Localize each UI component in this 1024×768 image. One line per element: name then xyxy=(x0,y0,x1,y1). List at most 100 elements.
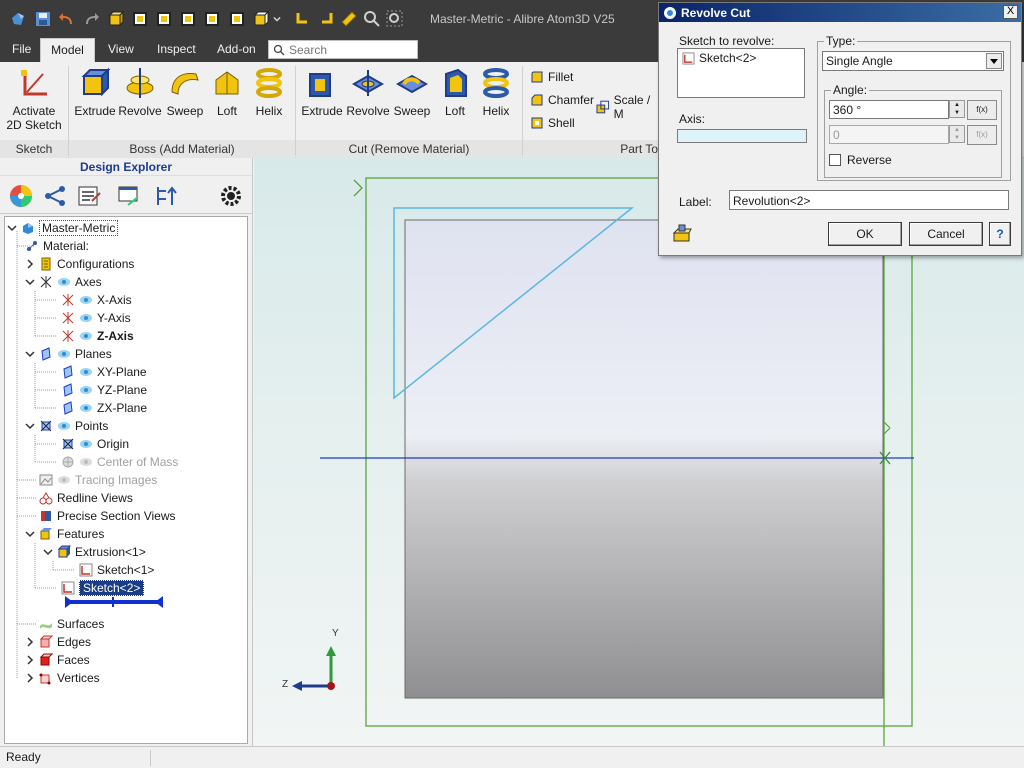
reverse-checkbox[interactable] xyxy=(829,154,841,166)
chevron-right-icon[interactable] xyxy=(25,673,35,683)
zoom-icon[interactable] xyxy=(362,9,382,29)
eye-icon[interactable] xyxy=(57,475,71,485)
eye-icon[interactable] xyxy=(57,349,71,359)
chevron-down-icon[interactable] xyxy=(25,349,35,359)
view-iso-icon[interactable] xyxy=(106,9,126,29)
chevron-down-icon[interactable] xyxy=(25,277,35,287)
tree-item-y-axis[interactable]: Y-Axis xyxy=(61,309,131,327)
dialog-title-bar[interactable]: Revolve Cut xyxy=(659,3,1021,22)
search-input[interactable] xyxy=(289,42,409,57)
eye-icon[interactable] xyxy=(79,385,93,395)
boss-loft-button[interactable]: Loft xyxy=(208,66,246,118)
boss-extrude-button[interactable]: Extrude xyxy=(74,66,116,118)
tree-item-tracing-images[interactable]: Tracing Images xyxy=(39,471,157,489)
eye-icon[interactable] xyxy=(79,367,93,377)
tree-item-configurations[interactable]: Configurations xyxy=(25,255,134,273)
cut-extrude-button[interactable]: Extrude xyxy=(300,66,344,118)
cancel-button[interactable]: Cancel xyxy=(909,222,983,246)
sketch-list-item[interactable]: Sketch<2> xyxy=(682,51,756,65)
view-bottom-icon[interactable] xyxy=(202,9,222,29)
close-button[interactable]: X xyxy=(1003,5,1018,19)
tree-item-sketch1[interactable]: Sketch<1> xyxy=(79,561,154,579)
tree-item-vertices[interactable]: Vertices xyxy=(25,669,100,687)
eye-icon[interactable] xyxy=(79,457,93,467)
chevron-down-icon[interactable] xyxy=(43,547,53,557)
angle2-spinner[interactable]: ▲ ▼ xyxy=(949,125,965,143)
angle-fx-button[interactable]: f(x) xyxy=(967,100,997,120)
tab-model[interactable]: Model xyxy=(40,38,95,62)
tab-inspect[interactable]: Inspect xyxy=(151,38,202,62)
tab-view[interactable]: View xyxy=(102,38,140,62)
eye-icon[interactable] xyxy=(79,313,93,323)
save-icon[interactable] xyxy=(33,9,53,29)
export-view-icon[interactable] xyxy=(116,183,142,209)
chevron-right-icon[interactable] xyxy=(25,655,35,665)
chevron-down-icon[interactable] xyxy=(986,53,1002,69)
cut-loft-button[interactable]: Loft xyxy=(436,66,474,118)
measure-icon[interactable] xyxy=(339,9,359,29)
part-face[interactable] xyxy=(404,219,884,699)
zoom-window-icon[interactable] xyxy=(385,9,405,29)
type-select[interactable]: Single Angle xyxy=(822,51,1004,71)
chevron-right-icon[interactable] xyxy=(25,259,35,269)
chevron-right-icon[interactable] xyxy=(25,637,35,647)
view-left-icon[interactable] xyxy=(227,9,247,29)
undo-icon[interactable] xyxy=(57,9,77,29)
sketch-to-revolve-list[interactable]: Sketch<2> xyxy=(677,48,805,98)
properties-list-icon[interactable] xyxy=(76,183,102,209)
boss-sweep-button[interactable]: Sweep xyxy=(164,66,206,118)
view-right-icon[interactable] xyxy=(251,9,271,29)
eye-icon[interactable] xyxy=(79,403,93,413)
boss-revolve-button[interactable]: Revolve xyxy=(118,66,162,118)
axis-selection-field[interactable] xyxy=(677,129,807,143)
tree-item-material[interactable]: Material: xyxy=(25,237,89,255)
tree-item-x-axis[interactable]: X-Axis xyxy=(61,291,132,309)
tree-item-root[interactable]: Master-Metric xyxy=(7,219,119,237)
cut-helix-button[interactable]: Helix xyxy=(477,66,515,118)
boss-helix-button[interactable]: Helix xyxy=(250,66,288,118)
gear-icon[interactable] xyxy=(218,183,244,209)
eye-icon[interactable] xyxy=(57,277,71,287)
tree-item-yz-plane[interactable]: YZ-Plane xyxy=(61,381,147,399)
tree-item-origin[interactable]: Origin xyxy=(61,435,129,453)
view-back-icon[interactable] xyxy=(154,9,174,29)
tree-item-surfaces[interactable]: Surfaces xyxy=(39,615,104,633)
eye-icon[interactable] xyxy=(57,421,71,431)
tree-item-redline-views[interactable]: Redline Views xyxy=(39,489,133,507)
tab-file[interactable]: File xyxy=(6,38,37,62)
tree-item-z-axis[interactable]: Z-Axis xyxy=(61,327,134,345)
tree-item-features[interactable]: Features xyxy=(25,525,104,543)
chevron-down-icon[interactable] xyxy=(7,223,17,233)
chevron-down-icon[interactable] xyxy=(25,529,35,539)
tree-item-planes[interactable]: Planes xyxy=(25,345,112,363)
rollback-bar[interactable] xyxy=(63,595,165,609)
eye-icon[interactable] xyxy=(79,439,93,449)
chamfer-button[interactable]: Chamfer xyxy=(530,93,594,107)
angle-spinner[interactable]: ▲ ▼ xyxy=(949,100,965,118)
eye-icon[interactable] xyxy=(79,331,93,341)
shell-button[interactable]: Shell xyxy=(530,116,575,130)
label-input[interactable]: Revolution<2> xyxy=(729,190,1009,210)
tree-item-precise-section-views[interactable]: Precise Section Views xyxy=(39,507,176,525)
search-field[interactable] xyxy=(268,40,418,59)
cut-sweep-button[interactable]: Sweep xyxy=(392,66,432,118)
cut-revolve-button[interactable]: Revolve xyxy=(346,66,390,118)
activate-2d-sketch-button[interactable]: Activate 2D Sketch xyxy=(6,66,62,132)
angle2-fx-button[interactable]: f(x) xyxy=(967,125,997,145)
preview-icon[interactable] xyxy=(671,223,693,245)
tree-item-zx-plane[interactable]: ZX-Plane xyxy=(61,399,147,417)
color-wheel-icon[interactable] xyxy=(8,183,34,209)
scale-button[interactable]: Scale / M xyxy=(596,93,662,121)
fillet-button[interactable]: Fillet xyxy=(530,70,573,84)
orientation-triad[interactable] xyxy=(292,646,336,691)
reorder-tree-icon[interactable] xyxy=(152,183,178,209)
ok-button[interactable]: OK xyxy=(828,222,902,246)
tree-item-edges[interactable]: Edges xyxy=(25,633,91,651)
tree-item-extrusion[interactable]: Extrusion<1> xyxy=(43,543,146,561)
chevron-down-icon[interactable] xyxy=(270,9,284,29)
angle-input[interactable]: 360 ° xyxy=(829,100,949,119)
arrow-down-right-icon[interactable] xyxy=(316,9,336,29)
angle2-input[interactable]: 0 xyxy=(829,125,949,144)
view-front-icon[interactable] xyxy=(130,9,150,29)
dependency-tree-icon[interactable] xyxy=(42,183,68,209)
